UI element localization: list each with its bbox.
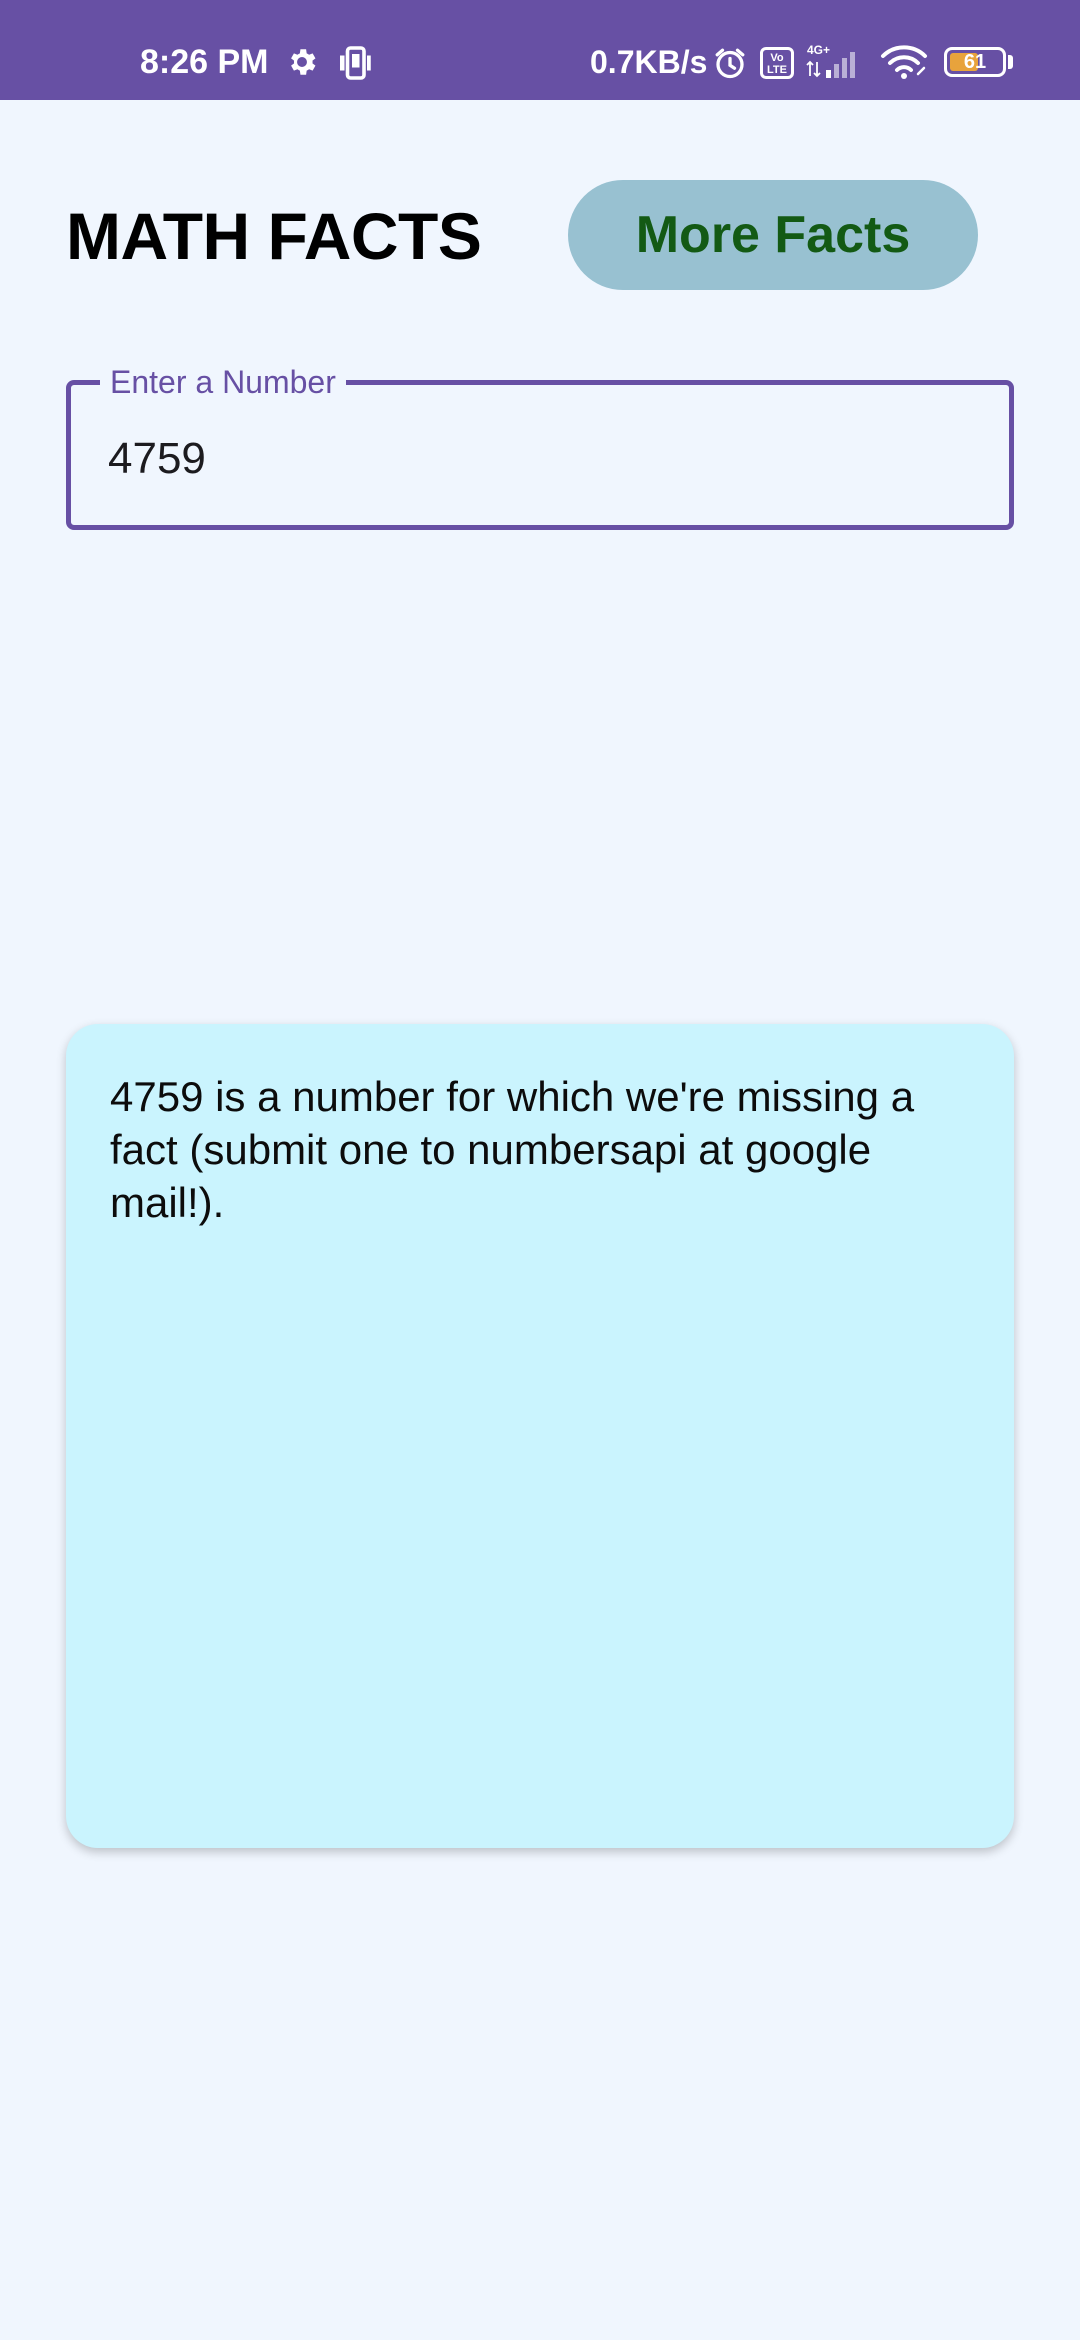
battery-level: 61 — [963, 51, 987, 73]
status-bar: 8:26 PM 0.7KB/s Vo LTE 4G+ 61 — [0, 0, 1080, 100]
network-speed: 0.7KB/s — [590, 44, 708, 80]
fact-card: 4759 is a number for which we're missing… — [66, 1024, 1014, 1848]
page-title: MATH FACTS — [66, 199, 482, 273]
more-facts-button[interactable]: More Facts — [568, 180, 978, 290]
number-field-label: Enter a Number — [100, 362, 346, 402]
phone-sync-icon — [340, 46, 371, 80]
gear-icon — [291, 49, 316, 75]
fact-text: 4759 is a number for which we're missing… — [110, 1073, 915, 1226]
battery-cap — [1008, 55, 1013, 69]
svg-text:4G+: 4G+ — [807, 43, 830, 57]
alarm-icon — [715, 48, 745, 79]
signal-icon: 4G+ — [806, 43, 855, 78]
battery-icon: 61 — [944, 47, 1006, 77]
wifi-icon — [881, 45, 927, 79]
status-time: 8:26 PM — [140, 43, 269, 81]
number-input[interactable] — [108, 424, 988, 494]
volte-icon: Vo LTE — [760, 47, 794, 79]
